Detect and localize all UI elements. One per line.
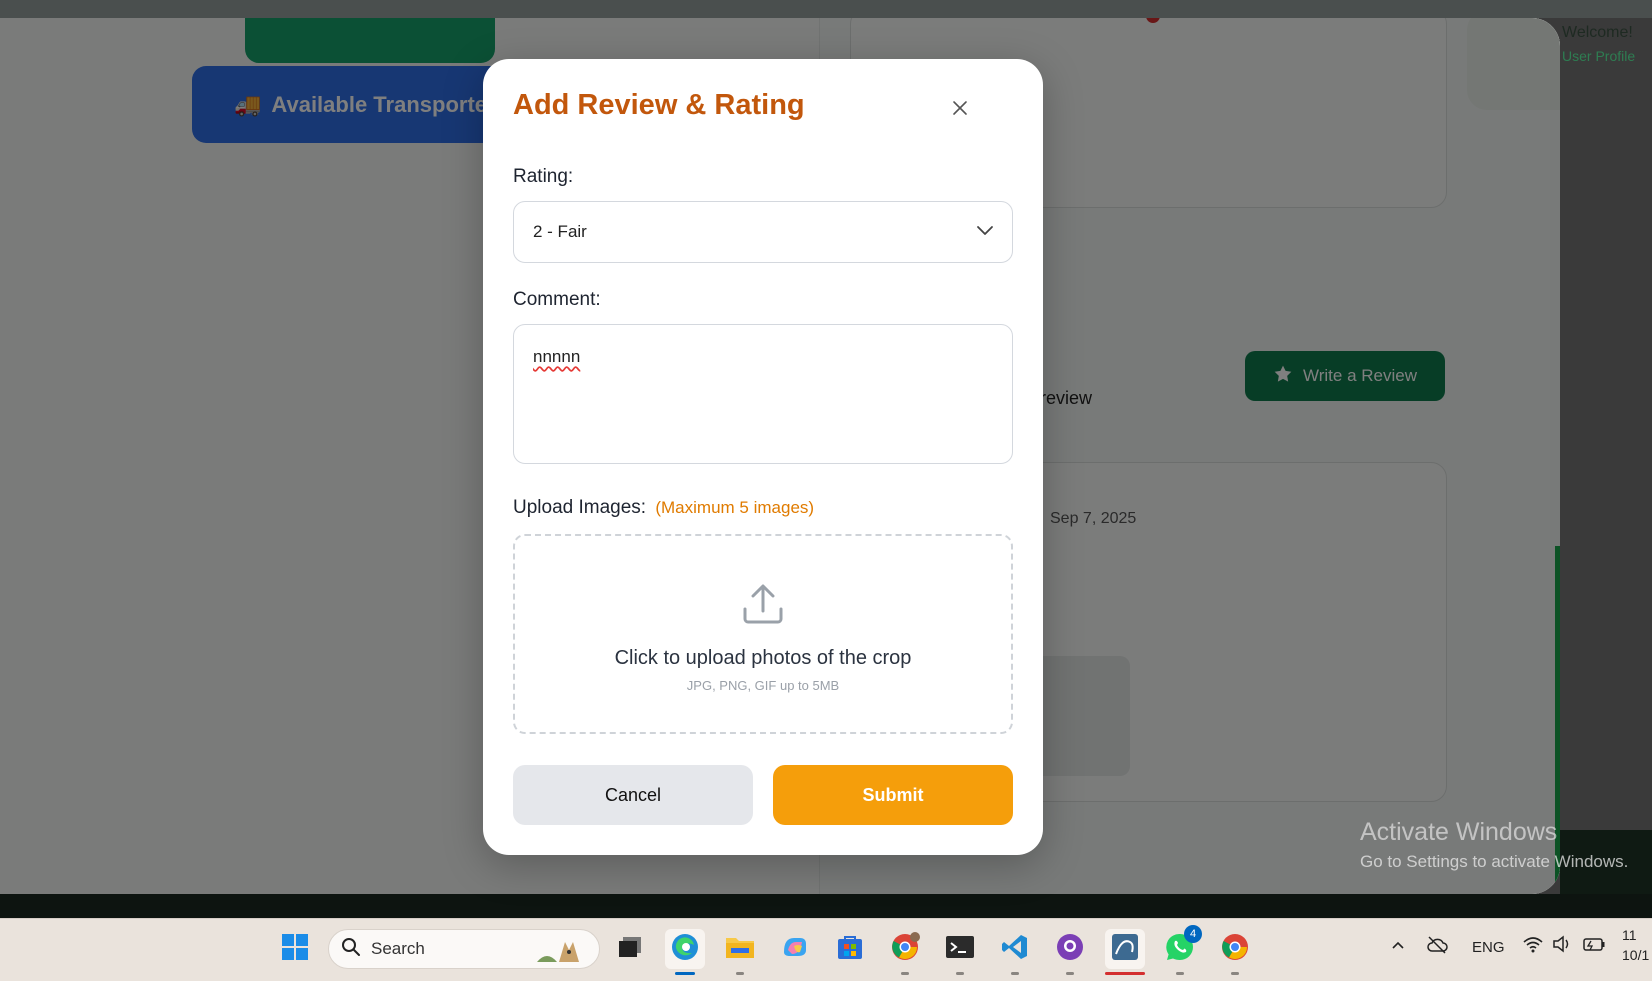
running-indicator [1176, 972, 1184, 975]
activate-windows-subtitle: Go to Settings to activate Windows. [1360, 852, 1629, 871]
upload-label-text: Upload Images: [513, 497, 647, 518]
search-highlight-art-icon [533, 936, 589, 964]
task-view-icon [617, 935, 643, 963]
taskbar-github[interactable] [1050, 929, 1090, 975]
vscode-icon [1001, 933, 1029, 965]
close-icon [952, 100, 968, 120]
comment-textarea[interactable]: nnnnn [513, 324, 1013, 464]
taskbar-store[interactable] [830, 929, 870, 969]
dark-band [0, 894, 1652, 918]
clock-date: 10/1 [1622, 947, 1650, 963]
submit-button[interactable]: Submit [773, 765, 1013, 825]
running-indicator [956, 972, 964, 975]
rating-selected-value: 2 - Fair [533, 222, 587, 241]
taskbar-mysql-workbench[interactable] [1105, 929, 1145, 975]
activate-windows-title: Activate Windows [1360, 818, 1558, 846]
clock-time: 11 [1622, 927, 1637, 943]
chevron-down-icon [976, 222, 994, 242]
rating-select[interactable]: 2 - Fair [513, 201, 1013, 263]
active-indicator [675, 972, 695, 975]
running-indicator [1011, 972, 1019, 975]
taskbar-edge[interactable] [665, 929, 705, 975]
dropzone-hint: JPG, PNG, GIF up to 5MB [686, 678, 840, 693]
copilot-icon [780, 932, 810, 966]
taskbar-chrome-profile[interactable] [885, 929, 925, 975]
window-top-strip [0, 0, 1652, 18]
chevron-up-icon[interactable] [1390, 937, 1406, 957]
cancel-button[interactable]: Cancel [513, 765, 753, 825]
search-icon [341, 937, 361, 962]
taskview-button[interactable] [610, 929, 650, 969]
windows-logo-icon [281, 933, 309, 965]
github-desktop-icon [1055, 932, 1085, 966]
terminal-icon [945, 934, 975, 964]
language-indicator[interactable]: ENG [1472, 939, 1505, 956]
cloud-off-icon[interactable] [1426, 935, 1448, 959]
user-profile-link[interactable]: User Profile [1562, 48, 1635, 64]
running-indicator [736, 972, 744, 975]
active-indicator [1105, 972, 1145, 975]
modal-title: Add Review & Rating [513, 89, 805, 121]
edge-browser-icon [670, 932, 700, 966]
taskbar-copilot[interactable] [775, 929, 815, 969]
chrome-icon [1220, 932, 1250, 966]
taskbar-whatsapp[interactable]: 4 [1160, 925, 1202, 975]
taskbar-search[interactable]: Search [328, 929, 600, 969]
comment-label: Comment: [513, 289, 601, 310]
start-button[interactable] [275, 929, 315, 969]
add-review-modal: Add Review & Rating Rating: 2 - Fair Com… [483, 59, 1043, 855]
upload-images-label: Upload Images: (Maximum 5 images) [513, 497, 814, 519]
upload-icon [740, 581, 786, 631]
running-indicator [1066, 972, 1074, 975]
taskbar-file-explorer[interactable] [720, 929, 760, 975]
welcome-title: Welcome! [1562, 24, 1633, 41]
comment-text: nnnnn [533, 347, 581, 366]
folder-icon [725, 934, 755, 964]
running-indicator [901, 972, 909, 975]
dropzone-title: Click to upload photos of the crop [614, 647, 912, 669]
battery-icon[interactable] [1582, 935, 1606, 957]
taskbar-vscode[interactable] [995, 929, 1035, 975]
taskbar: Search 4 ENG 11 10/1 [0, 918, 1652, 981]
taskbar-chrome[interactable] [1215, 929, 1255, 975]
running-indicator [1231, 972, 1239, 975]
wifi-icon[interactable] [1522, 935, 1544, 957]
taskbar-terminal[interactable] [940, 929, 980, 975]
close-button[interactable] [945, 95, 975, 125]
chrome-icon [890, 932, 920, 966]
store-icon [836, 933, 864, 965]
taskbar-clock[interactable]: 11 10/1 [1622, 925, 1649, 965]
rating-label: Rating: [513, 166, 574, 187]
mysql-workbench-icon [1110, 932, 1140, 966]
image-upload-dropzone[interactable]: Click to upload photos of the crop JPG, … [513, 534, 1013, 734]
search-placeholder: Search [371, 939, 425, 958]
upload-limit-text: (Maximum 5 images) [655, 498, 815, 517]
volume-icon[interactable] [1552, 935, 1572, 957]
whatsapp-badge: 4 [1184, 925, 1202, 943]
